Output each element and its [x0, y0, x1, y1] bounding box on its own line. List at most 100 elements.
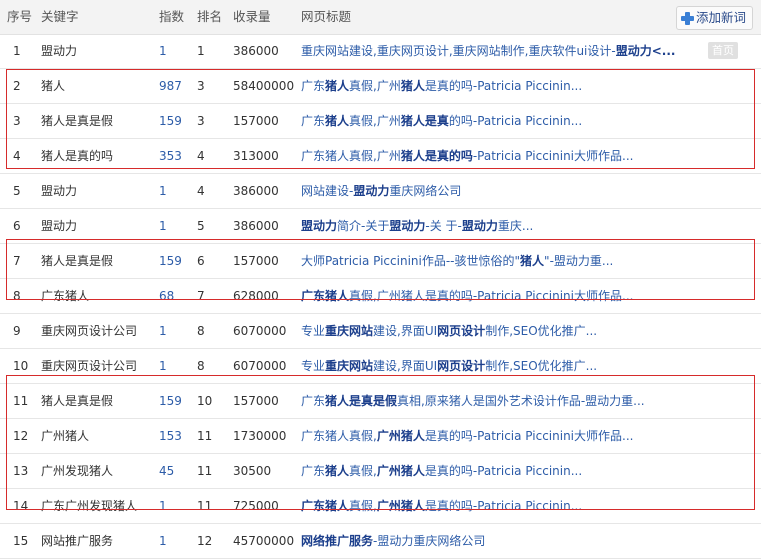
row-rank: 3 — [197, 79, 205, 93]
row-index-link[interactable]: 45 — [159, 454, 193, 488]
add-keyword-button[interactable]: 添加新词 — [675, 6, 753, 30]
row-index-link[interactable]: 159 — [159, 104, 193, 138]
title-segment: 是真的吗-Patricia Piccinin... — [424, 79, 583, 93]
title-segment: 猪人 — [325, 464, 350, 478]
row-idx: 4 — [13, 149, 21, 163]
row-page-title-link[interactable]: 广东猪人真假,广州猪人是真的吗-Patricia Piccinin... — [301, 489, 711, 523]
row-rank: 11 — [197, 429, 213, 443]
row-idx: 10 — [13, 359, 29, 373]
home-page-tag: 首页 — [708, 42, 738, 59]
row-page-title-link[interactable]: 专业重庆网站建设,界面UI网页设计制作,SEO优化推广... — [301, 349, 711, 383]
row-count: 628000 — [233, 289, 279, 303]
row-index-link[interactable]: 1 — [159, 314, 193, 348]
title-segment: 真假, — [349, 464, 377, 478]
title-segment: 猪人 — [325, 79, 350, 93]
row-idx: 6 — [13, 219, 21, 233]
title-segment: 真假,广州 — [349, 114, 401, 128]
title-segment: 大师Patricia Piccinini作品--骇世惊俗的" — [301, 254, 521, 268]
row-page-title-link[interactable]: 广东猪人是真是假真相,原来猪人是国外艺术设计作品-盟动力重... — [301, 384, 711, 418]
row-page-title-link[interactable]: 大师Patricia Piccinini作品--骇世惊俗的"猪人"-盟动力重..… — [301, 244, 711, 278]
table-row: 5 盟动力 1 4 386000 网站建设-盟动力重庆网络公司 — [0, 174, 761, 209]
title-segment: 是真的吗-Patricia Piccinin... — [424, 499, 583, 513]
title-segment: 重庆网站 — [325, 359, 374, 373]
row-page-title-link[interactable]: 广东猪人真假,广州猪人是真的吗-Patricia Piccinin... — [301, 104, 711, 138]
row-page-title-link[interactable]: 重庆网站建设,重庆网页设计,重庆网站制作,重庆软件ui设计-盟动力<... — [301, 34, 711, 68]
title-segment: 盟动力 — [389, 219, 426, 233]
title-segment: 重庆... — [497, 219, 534, 233]
table-row: 2 猪人 987 3 58400000 广东猪人真假,广州猪人是真的吗-Patricia … — [0, 69, 761, 104]
row-index-link[interactable]: 353 — [159, 139, 193, 173]
row-count: 313000 — [233, 149, 279, 163]
table-row: 9 重庆网页设计公司 1 8 6070000 专业重庆网站建设,界面UI网页设计制作,SE… — [0, 314, 761, 349]
row-index-link[interactable]: 68 — [159, 279, 193, 313]
row-page-title-link[interactable]: 网络推广服务-盟动力重庆网络公司 — [301, 524, 711, 558]
title-segment: 真相,原来猪人是国外艺术设计作品-盟动力重... — [397, 394, 645, 408]
row-rank: 4 — [197, 149, 205, 163]
row-rank: 11 — [197, 464, 213, 478]
title-segment: "-盟动力重... — [544, 254, 614, 268]
row-keyword: 盟动力 — [41, 219, 78, 233]
row-index-link[interactable]: 159 — [159, 244, 193, 278]
row-index-link[interactable]: 1 — [159, 209, 193, 243]
title-segment: -关 于- — [425, 219, 462, 233]
keyword-table-body: 1 盟动力 1 1 386000 重庆网站建设,重庆网页设计,重庆网站制作,重庆软件ui设… — [0, 34, 761, 559]
row-page-title-link[interactable]: 盟动力简介-关于盟动力-关 于-盟动力重庆... — [301, 209, 711, 243]
row-keyword: 广东猪人 — [41, 289, 90, 303]
title-segment: -盟动力重庆网络公司 — [373, 534, 486, 548]
title-segment: 广州猪人 — [376, 499, 425, 513]
title-segment: 制作,SEO优化推广... — [485, 359, 598, 373]
row-page-title-link[interactable]: 专业重庆网站建设,界面UI网页设计制作,SEO优化推广... — [301, 314, 711, 348]
col-header-title: 网页标题 — [301, 9, 352, 24]
row-page-title-link[interactable]: 广东猪人真假,广州猪人是真的吗-Patricia Piccinin... — [301, 454, 711, 488]
title-segment: 猪人 — [520, 254, 545, 268]
title-segment: 猪人 — [400, 79, 425, 93]
title-segment: 猪人是真 — [400, 114, 449, 128]
title-segment: 广东猪人真假,广州 — [301, 149, 401, 163]
row-idx: 8 — [13, 289, 21, 303]
title-segment: 重庆网站建设,重庆网页设计,重庆网站制作,重庆软件ui设计- — [301, 44, 616, 58]
title-segment: 的吗-Patricia Piccinin... — [448, 114, 583, 128]
row-count: 58400000 — [233, 79, 295, 93]
row-page-title-link[interactable]: 广东猪人真假,广州猪人是真的吗-Patricia Piccinini大师作品..… — [301, 419, 711, 453]
row-page-title-link[interactable]: 广东猪人真假,广州猪人是真的吗-Patricia Piccinini大师作品..… — [301, 279, 711, 313]
row-page-title-link[interactable]: 广东猪人真假,广州猪人是真的吗-Patricia Piccinini大师作品..… — [301, 139, 711, 173]
title-segment: 猪人是真的吗 — [400, 149, 473, 163]
title-segment: 真假,广州 — [349, 79, 401, 93]
row-rank: 6 — [197, 254, 205, 268]
row-idx: 11 — [13, 394, 29, 408]
col-header-index: 指数 — [159, 9, 185, 24]
row-index-link[interactable]: 1 — [159, 174, 193, 208]
row-keyword: 广州发现猪人 — [41, 464, 114, 478]
title-segment: 真假,广州猪人是真的吗-Patricia Piccinini大师作品... — [349, 289, 634, 303]
row-rank: 7 — [197, 289, 205, 303]
table-row: 15 网站推广服务 1 12 45700000 网络推广服务-盟动力重庆网络公司 — [0, 524, 761, 559]
row-keyword: 猪人 — [41, 79, 66, 93]
row-index-link[interactable]: 1 — [159, 524, 193, 558]
title-segment: 专业 — [301, 324, 326, 338]
row-keyword: 猪人是真是假 — [41, 394, 114, 408]
row-page-title-link[interactable]: 网站建设-盟动力重庆网络公司 — [301, 174, 711, 208]
row-rank: 5 — [197, 219, 205, 233]
col-header-rank: 排名 — [197, 9, 223, 24]
title-segment: 盟动力 — [301, 219, 338, 233]
row-count: 157000 — [233, 114, 279, 128]
table-row: 8 广东猪人 68 7 628000 广东猪人真假,广州猪人是真的吗-Patricia P… — [0, 279, 761, 314]
title-segment: 猪人 — [325, 114, 350, 128]
row-index-link[interactable]: 153 — [159, 419, 193, 453]
row-idx: 9 — [13, 324, 21, 338]
row-count: 157000 — [233, 394, 279, 408]
title-segment: 广州猪人 — [376, 464, 425, 478]
title-segment: 盟动力 — [353, 184, 390, 198]
title-segment: 重庆网络公司 — [389, 184, 462, 198]
row-page-title-link[interactable]: 广东猪人真假,广州猪人是真的吗-Patricia Piccinin... — [301, 69, 711, 103]
title-segment: 重庆网站 — [325, 324, 374, 338]
title-segment: 是真的吗-Patricia Piccinini大师作品... — [424, 429, 634, 443]
row-index-link[interactable]: 1 — [159, 349, 193, 383]
row-count: 386000 — [233, 219, 279, 233]
row-index-link[interactable]: 987 — [159, 69, 193, 103]
table-row: 13 广州发现猪人 45 11 30500 广东猪人真假,广州猪人是真的吗-Patrici… — [0, 454, 761, 489]
row-index-link[interactable]: 1 — [159, 34, 193, 68]
row-index-link[interactable]: 159 — [159, 384, 193, 418]
row-index-link[interactable]: 1 — [159, 489, 193, 523]
row-count: 157000 — [233, 254, 279, 268]
